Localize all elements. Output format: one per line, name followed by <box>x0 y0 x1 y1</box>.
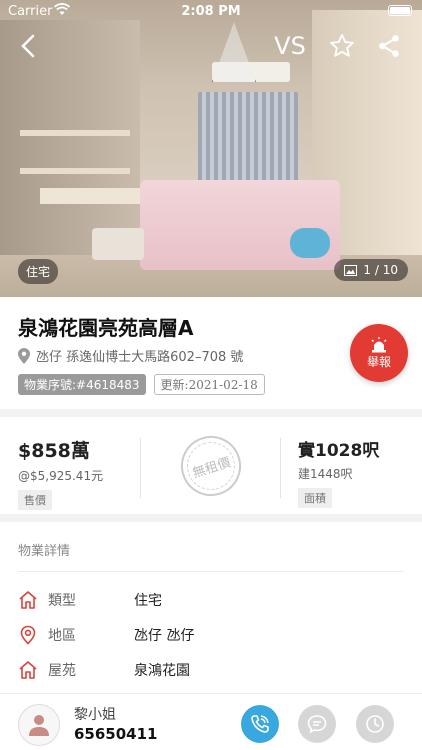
area-block: 實1028呎 建1448呎 面積 <box>298 436 379 508</box>
price-block: $858萬 @$5,925.41元 售價 <box>18 436 103 510</box>
agent-name: 黎小姐 <box>74 707 116 723</box>
home-icon <box>19 591 37 609</box>
photo-counter-label: 1 / 10 <box>363 263 398 277</box>
share-button[interactable] <box>373 30 405 62</box>
no-rent-stamp: 無租價 <box>173 428 249 504</box>
location-pin-icon <box>18 347 30 364</box>
property-type-tag: 住宅 <box>18 259 59 284</box>
battery-icon <box>388 5 412 16</box>
agent-bar: 黎小姐 65650411 <box>0 693 422 750</box>
status-bar: Carrier 2:08 PM <box>0 0 422 22</box>
photo-pillow <box>290 228 330 258</box>
price-unit: 萬 <box>70 440 90 462</box>
report-button[interactable]: 舉報 <box>350 324 408 382</box>
clock-icon <box>366 715 384 733</box>
share-icon <box>379 35 399 57</box>
back-icon <box>21 34 35 58</box>
detail-label: 地區 <box>48 628 76 644</box>
listing-address: 氹仔 孫逸仙博士大馬路602–708 號 <box>18 346 243 365</box>
updated-badge: 更新:2021-02-18 <box>153 374 265 395</box>
property-photo[interactable] <box>0 0 422 297</box>
price-divider <box>140 438 141 498</box>
phone-icon <box>251 715 269 733</box>
image-icon <box>344 264 358 276</box>
detail-row-type: 類型 住宅 <box>18 590 162 610</box>
photo-counter[interactable]: 1 / 10 <box>334 259 408 281</box>
details-divider <box>18 571 404 572</box>
history-button[interactable] <box>356 705 394 743</box>
area-tag: 面積 <box>298 488 332 508</box>
person-icon <box>29 715 49 736</box>
photo-desk <box>40 188 150 204</box>
serial-badge: 物業序號:#4618483 <box>18 374 146 395</box>
no-rent-label: 無租價 <box>190 454 233 482</box>
section-divider <box>0 514 422 522</box>
siren-icon <box>371 336 387 352</box>
detail-value: 氹仔 氹仔 <box>134 628 195 644</box>
agent-phone: 65650411 <box>74 725 158 743</box>
photo-shelf <box>20 168 130 174</box>
star-icon <box>330 33 354 57</box>
back-button[interactable] <box>12 30 44 62</box>
home-icon <box>19 661 37 679</box>
report-label: 舉報 <box>366 354 391 369</box>
section-divider <box>0 409 422 417</box>
detail-label: 類型 <box>48 593 76 609</box>
area-actual: 實1028呎 <box>298 441 380 461</box>
listing-title: 泉鴻花園亮苑高層A <box>18 316 194 340</box>
compare-button[interactable]: VS <box>270 30 310 62</box>
detail-row-estate: 屋苑 泉鴻花園 <box>18 660 190 680</box>
detail-value: 住宅 <box>134 593 162 609</box>
area-divider <box>280 438 281 498</box>
address-text: 氹仔 孫逸仙博士大馬路602–708 號 <box>36 350 244 365</box>
price-amount: $858 <box>18 440 71 462</box>
details-section-title: 物業詳情 <box>18 544 71 559</box>
call-button[interactable] <box>241 705 279 743</box>
price-tag: 售價 <box>18 490 52 510</box>
detail-row-district: 地區 氹仔 氹仔 <box>18 625 194 645</box>
location-icon <box>20 625 36 645</box>
chat-icon <box>307 715 327 734</box>
clock: 2:08 PM <box>181 4 241 19</box>
photo-stool <box>92 228 144 260</box>
unit-price: @$5,925.41元 <box>18 469 104 483</box>
detail-label: 屋苑 <box>48 663 76 679</box>
photo-shelf <box>20 130 130 136</box>
message-button[interactable] <box>298 705 336 743</box>
favorite-button[interactable] <box>326 30 358 62</box>
area-gross: 建1448呎 <box>298 467 353 481</box>
agent-avatar[interactable] <box>18 704 60 746</box>
photo-lamp <box>212 22 256 82</box>
listing-meta: 物業序號:#4618483 更新:2021-02-18 <box>18 374 265 395</box>
detail-value: 泉鴻花園 <box>134 663 190 679</box>
